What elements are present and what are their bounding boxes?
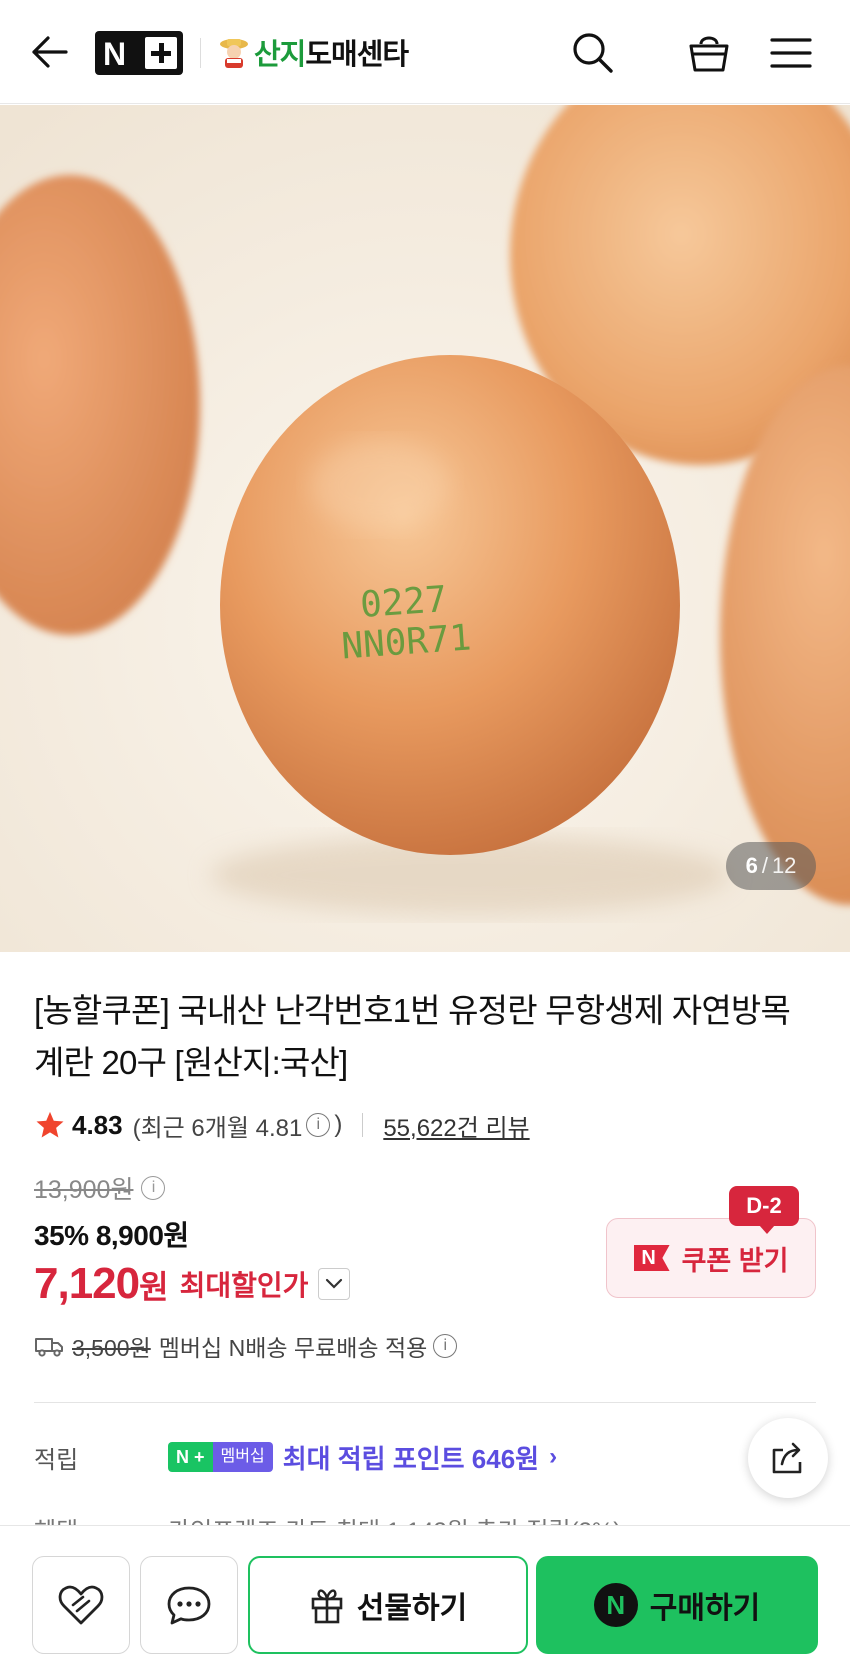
- back-arrow-icon[interactable]: [30, 34, 70, 70]
- recent-rating-close: ): [334, 1111, 343, 1138]
- top-app-bar: N 산지도매센타: [0, 0, 850, 104]
- naver-n-icon: N: [633, 1245, 670, 1271]
- rating-score: 4.83: [72, 1109, 123, 1140]
- buy-button-label: 구매하기: [649, 1592, 761, 1625]
- truck-icon: [35, 1338, 63, 1357]
- shipping-info: 3,500원 멤버십 N배송 무료배송 적용 i: [34, 1328, 458, 1364]
- dday-badge: D-2: [729, 1186, 799, 1234]
- nplus-logo-plus-icon: [145, 37, 177, 69]
- shipping-old-fee: 3,500원: [72, 1335, 151, 1361]
- final-price: 7,120원: [34, 1259, 169, 1309]
- farmer-mascot-icon: [218, 35, 250, 69]
- wishlist-button[interactable]: [32, 1556, 130, 1654]
- gift-button-label: 선물하기: [356, 1592, 468, 1625]
- star-icon: [36, 1111, 64, 1138]
- final-price-value: 7,120: [34, 1259, 140, 1308]
- egg-photo: [0, 105, 850, 952]
- max-points-text: 최대 적립 포인트 646원: [282, 1443, 540, 1474]
- hamburger-menu-icon[interactable]: [768, 30, 814, 76]
- image-counter-badge: 6 / 12: [726, 842, 816, 890]
- image-counter-total: 12: [771, 853, 797, 878]
- image-counter-current: 6: [745, 853, 758, 878]
- points-row: 적립 N + 멤버십 최대 적립 포인트 646원 ›: [34, 1432, 557, 1482]
- gift-icon: [311, 1589, 343, 1624]
- recent-rating: (최근 6개월 4.81: [132, 1114, 303, 1142]
- shipping-text: 멤버십 N배송 무료배송 적용: [158, 1335, 428, 1361]
- brand-store-link[interactable]: 산지도매센타: [218, 30, 409, 74]
- header-divider: [200, 38, 201, 68]
- max-points-link[interactable]: 최대 적립 포인트 646원 ›: [283, 1439, 557, 1476]
- brand-name: 산지도매센타: [254, 31, 409, 73]
- discount-price: 35% 8,900원: [34, 1220, 189, 1251]
- shipping-info-icon[interactable]: i: [433, 1334, 458, 1358]
- shopping-bag-icon[interactable]: [686, 30, 732, 76]
- chat-bubble-icon: [167, 1586, 211, 1625]
- final-price-row: 7,120원 최대할인가: [34, 1254, 351, 1314]
- points-label: 적립: [34, 1446, 79, 1474]
- gift-button[interactable]: 선물하기: [248, 1556, 528, 1654]
- final-price-unit: 원: [139, 1269, 168, 1305]
- chevron-right-icon: ›: [549, 1443, 558, 1470]
- image-counter-separator: /: [761, 853, 768, 878]
- coupon-download-button[interactable]: N 쿠폰 받기: [606, 1218, 816, 1298]
- rating-divider: [362, 1113, 364, 1137]
- nplus-membership-badge: N + 멤버십: [168, 1442, 273, 1472]
- price-info-icon[interactable]: i: [141, 1176, 166, 1200]
- bottom-action-bar: 선물하기 N 구매하기: [0, 1525, 850, 1667]
- rating-row: 4.83 (최근 6개월 4.81 i ) 55,622건 리뷰: [34, 1105, 530, 1145]
- buy-button[interactable]: N 구매하기: [536, 1556, 818, 1654]
- search-icon[interactable]: [570, 30, 616, 76]
- share-icon: [772, 1442, 802, 1474]
- brand-name-black: 도매센타: [305, 39, 409, 71]
- review-count-link[interactable]: 55,622건 리뷰: [383, 1108, 529, 1143]
- naver-pay-n-icon: N: [593, 1583, 638, 1627]
- heart-icon: [58, 1585, 104, 1625]
- brand-name-green: 산지: [254, 39, 306, 71]
- badge-nplus: N +: [168, 1442, 213, 1472]
- egg-print-code: 0227 NN0R71: [337, 579, 473, 667]
- info-icon[interactable]: i: [306, 1113, 331, 1137]
- original-price-value: 13,900원: [34, 1176, 134, 1204]
- final-price-label: 최대할인가: [179, 1270, 309, 1301]
- section-divider: [34, 1402, 816, 1403]
- share-button[interactable]: [748, 1418, 828, 1498]
- badge-membership: 멤버십: [212, 1442, 273, 1472]
- talk-inquiry-button[interactable]: [140, 1556, 238, 1654]
- chevron-down-icon[interactable]: [318, 1268, 351, 1300]
- coupon-button-label: 쿠폰 받기: [681, 1245, 789, 1276]
- nplus-store-logo[interactable]: N: [95, 31, 183, 75]
- nplus-logo-n: N: [103, 36, 127, 72]
- product-title: [농할쿠폰] 국내산 난각번호1번 유정란 무항생제 자연방목 계란 20구 […: [34, 992, 791, 1081]
- product-image-gallery[interactable]: 0227 NN0R71 6 / 12: [0, 105, 850, 952]
- original-price: 13,900원 i: [34, 1170, 166, 1206]
